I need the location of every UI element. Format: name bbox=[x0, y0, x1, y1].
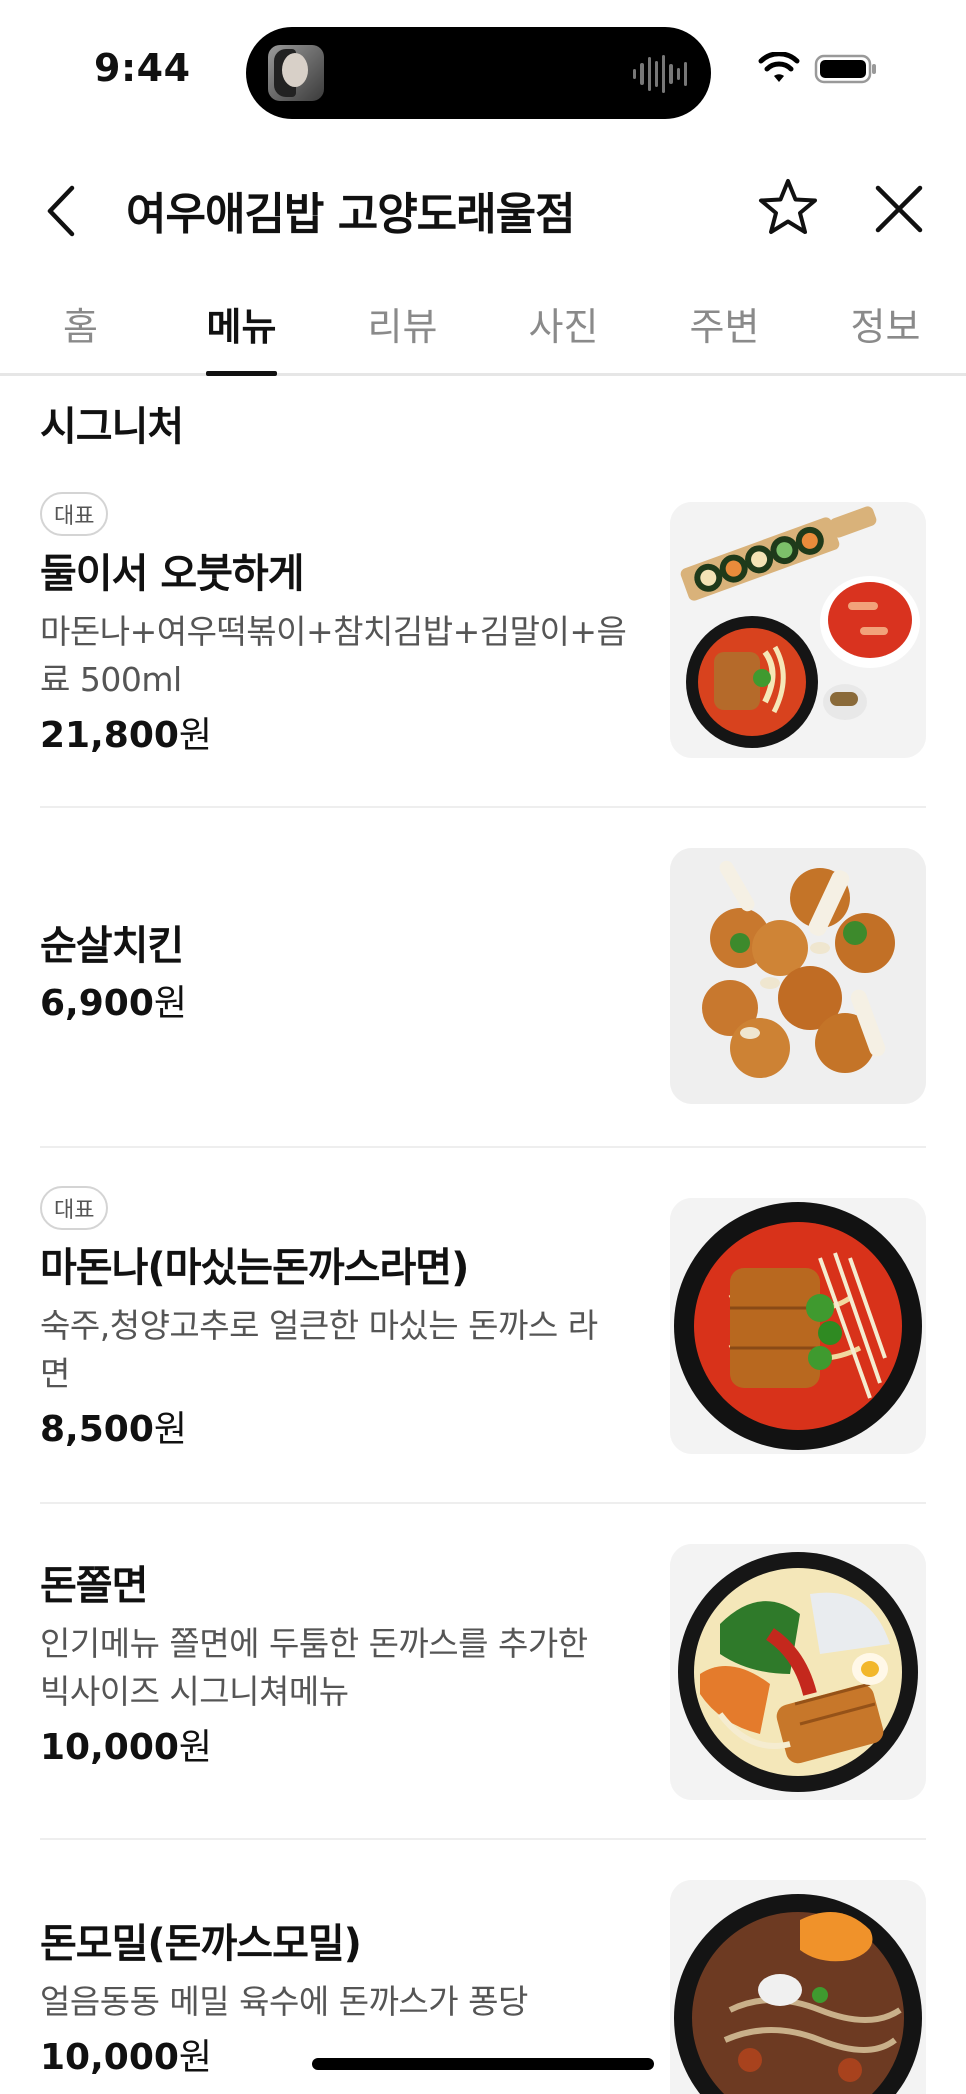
wifi-icon bbox=[758, 52, 800, 82]
favorite-star-icon[interactable] bbox=[756, 176, 820, 240]
home-indicator[interactable] bbox=[312, 2058, 654, 2070]
jjolmyeon-image[interactable] bbox=[670, 1544, 926, 1800]
back-arrow-icon[interactable] bbox=[40, 182, 84, 240]
status-time: 9:44 bbox=[94, 46, 191, 90]
tab-home[interactable]: 홈 bbox=[0, 282, 161, 373]
section-tabs: 홈 메뉴 리뷰 사진 주변 정보 bbox=[0, 282, 966, 376]
tab-menu[interactable]: 메뉴 bbox=[161, 282, 322, 376]
menu-item-price: 8,500원 bbox=[40, 1409, 187, 1450]
menu-item[interactable]: 돈쫄면 인기메뉴 쫄면에 두툼한 돈까스를 추가한 빅사이즈 시그니쳐메뉴 10… bbox=[40, 1504, 926, 1840]
tab-reviews[interactable]: 리뷰 bbox=[322, 282, 483, 373]
menu-item-description: 마돈나+여우떡볶이+참치김밥+김말이+음 료 500ml bbox=[40, 612, 627, 699]
menu-item-price: 6,900원 bbox=[40, 983, 187, 1024]
menu-item-price: 10,000원 bbox=[40, 1727, 213, 1768]
tab-photos[interactable]: 사진 bbox=[483, 282, 644, 373]
battery-icon bbox=[814, 54, 876, 84]
menu-item-price: 21,800원 bbox=[40, 715, 213, 756]
menu-item-name: 순살치킨 bbox=[40, 923, 184, 969]
section-title: 시그니처 bbox=[40, 404, 184, 450]
dynamic-island[interactable] bbox=[246, 27, 711, 119]
now-playing-album-art bbox=[268, 45, 324, 101]
menu-item[interactable]: 대표 마돈나(마싰는돈까스라면) 숙주,청양고추로 얼큰한 마싰는 돈까스 라 … bbox=[40, 1148, 926, 1504]
ramen-image[interactable] bbox=[670, 1198, 926, 1454]
menu-item-name: 둘이서 오붓하게 bbox=[40, 551, 305, 597]
status-bar: 9:44 bbox=[0, 0, 966, 140]
soba-image[interactable] bbox=[670, 1880, 926, 2094]
tab-info[interactable]: 정보 bbox=[805, 282, 966, 373]
menu-item[interactable]: 돈모밀(돈까스모밀) 얼음동동 메밀 육수에 돈까스가 퐁당 10,000원 bbox=[40, 1840, 926, 2094]
menu-item-name: 돈모밀(돈까스모밀) bbox=[40, 1921, 362, 1967]
menu-item[interactable]: 대표 둘이서 오붓하게 마돈나+여우떡볶이+참치김밥+김말이+음 료 500ml… bbox=[40, 470, 926, 808]
menu-list: 대표 둘이서 오붓하게 마돈나+여우떡볶이+참치김밥+김말이+음 료 500ml… bbox=[40, 470, 926, 2094]
store-header: 여우애김밥 고양도래울점 bbox=[0, 160, 966, 260]
store-title: 여우애김밥 고양도래울점 bbox=[126, 189, 576, 240]
tab-nearby[interactable]: 주변 bbox=[644, 282, 805, 373]
menu-item-description: 인기메뉴 쫄면에 두툼한 돈까스를 추가한 빅사이즈 시그니쳐메뉴 bbox=[40, 1624, 588, 1711]
signature-badge: 대표 bbox=[40, 1186, 109, 1230]
combo-set-image[interactable] bbox=[670, 502, 926, 758]
chicken-image[interactable] bbox=[670, 848, 926, 1104]
signature-badge: 대표 bbox=[40, 492, 109, 536]
audio-waveform-icon bbox=[633, 55, 687, 93]
close-icon[interactable] bbox=[872, 182, 926, 236]
menu-item-name: 마돈나(마싰는돈까스라면) bbox=[40, 1245, 469, 1291]
menu-item-description: 숙주,청양고추로 얼큰한 마싰는 돈까스 라 면 bbox=[40, 1306, 598, 1393]
menu-item-name: 돈쫄면 bbox=[40, 1563, 148, 1609]
menu-item[interactable]: 순살치킨 6,900원 bbox=[40, 808, 926, 1148]
menu-item-description: 얼음동동 메밀 육수에 돈까스가 퐁당 bbox=[40, 1982, 528, 2021]
